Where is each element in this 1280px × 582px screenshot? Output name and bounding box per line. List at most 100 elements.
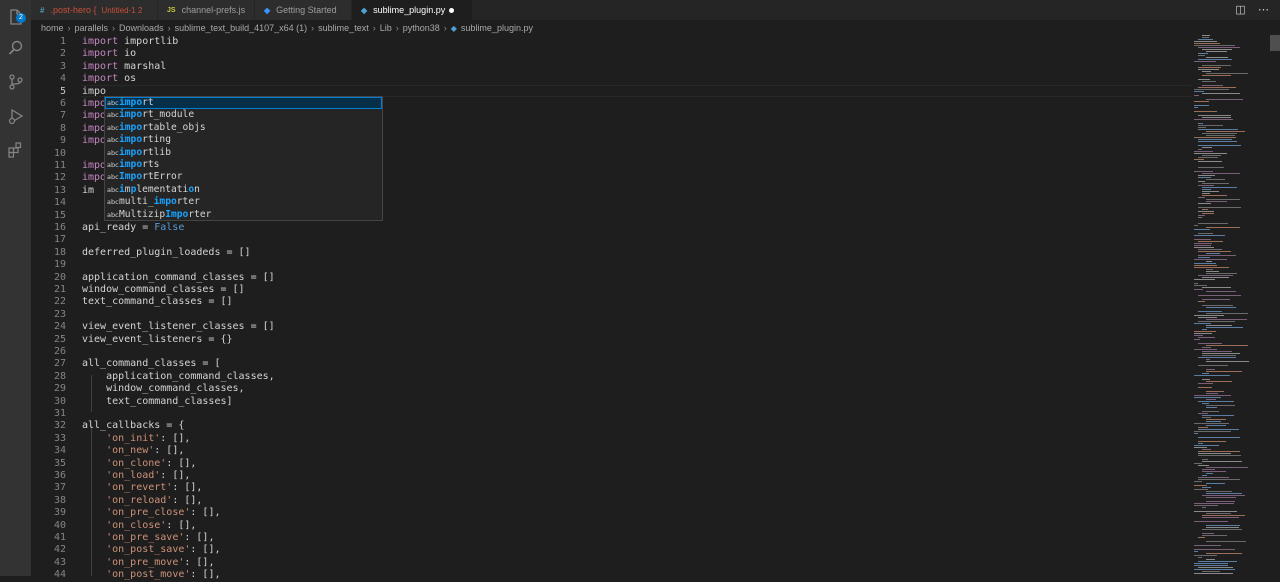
code-line[interactable]: 34 'on_new': [], — [31, 445, 1191, 457]
code-token: application_command_classes = [] — [82, 271, 275, 283]
split-editor-icon[interactable]: ◫ — [1234, 3, 1247, 16]
breadcrumb-item[interactable]: sublime_text_build_4107_x64 (1) — [175, 23, 308, 33]
suggestion-text: rt_module — [142, 109, 195, 121]
minimap-line — [1198, 365, 1228, 366]
code-line[interactable]: 4 import os — [31, 73, 1191, 85]
minimap-line — [1202, 449, 1211, 450]
suggestion-item[interactable]: abc imports — [105, 159, 382, 171]
suggestion-item[interactable]: abc importable_objs — [105, 122, 382, 134]
minimap-line — [1198, 139, 1232, 140]
minimap-line — [1194, 235, 1225, 236]
minimap-line — [1194, 447, 1207, 448]
suggestion-item[interactable]: abc importlib — [105, 147, 382, 159]
code-token: 'on_clone' — [106, 457, 167, 469]
breadcrumb-item[interactable]: Lib — [380, 23, 392, 33]
code-line[interactable]: 41 'on_pre_save': [], — [31, 532, 1191, 544]
suggestion-item[interactable]: abc import_module — [105, 109, 382, 121]
code-line[interactable]: 37 'on_revert': [], — [31, 482, 1191, 494]
suggestion-item[interactable]: abc importing — [105, 134, 382, 146]
code-line[interactable]: 2 import io — [31, 48, 1191, 60]
tab-channel-prefs[interactable]: JS channel-prefs.js — [158, 0, 254, 20]
tab-getting-started[interactable]: ◆ Getting Started — [255, 0, 351, 20]
code-line[interactable]: 22 text_command_classes = [] — [31, 296, 1191, 308]
breadcrumb-item[interactable]: python38 — [403, 23, 440, 33]
code-token: : [], — [166, 519, 197, 531]
more-actions-icon[interactable]: ⋯ — [1257, 3, 1270, 16]
code-text: 'on_pre_move': [], — [82, 557, 214, 569]
source-control-icon[interactable] — [4, 70, 27, 93]
tab-untitled-1[interactable]: # .post-hero { Untitled-1 2 — [31, 0, 157, 20]
code-line[interactable]: 16 api_ready = False — [31, 222, 1191, 234]
minimap-line — [1198, 39, 1213, 40]
search-icon[interactable] — [4, 36, 27, 59]
code-line[interactable]: 28 application_command_classes, — [31, 371, 1191, 383]
code-line[interactable]: 38 'on_reload': [], — [31, 495, 1191, 507]
suggestion-item[interactable]: abc multi_importer — [105, 196, 382, 208]
suggestion-text: rtlib — [142, 146, 171, 158]
minimap-line — [1198, 383, 1213, 384]
breadcrumb-item[interactable]: home — [41, 23, 64, 33]
code-line[interactable]: 1 import importlib — [31, 36, 1191, 48]
code-line[interactable]: 17 — [31, 234, 1191, 246]
breadcrumb-item[interactable]: Downloads — [119, 23, 164, 33]
code-line[interactable]: 39 'on_pre_close': [], — [31, 507, 1191, 519]
line-number: 15 — [53, 209, 66, 221]
run-debug-icon[interactable] — [4, 104, 27, 127]
suggestion-item[interactable]: abc ImportError — [105, 171, 382, 183]
unsaved-dot-icon[interactable] — [449, 7, 455, 13]
code-line[interactable]: 43 'on_pre_move': [], — [31, 557, 1191, 569]
code-line[interactable]: 18 deferred_plugin_loadeds = [] — [31, 247, 1191, 259]
code-line[interactable]: 20 application_command_classes = [] — [31, 272, 1191, 284]
minimap-line — [1194, 481, 1202, 482]
extensions-icon[interactable] — [4, 138, 27, 161]
minimap-line — [1194, 349, 1217, 350]
minimap-line — [1194, 485, 1207, 486]
code-line[interactable]: 27 all_command_classes = [ — [31, 358, 1191, 370]
code-line[interactable]: 25 view_event_listeners = {} — [31, 334, 1191, 346]
python-file-icon: ◆ — [361, 5, 368, 15]
minimap-line — [1198, 79, 1210, 80]
code-line[interactable]: 19 — [31, 259, 1191, 271]
minimap-line — [1206, 421, 1221, 422]
suggestion-item[interactable]: abc MultizipImporter — [105, 209, 382, 221]
code-line[interactable]: 31 — [31, 408, 1191, 420]
text-kind-icon: abc — [107, 161, 119, 169]
tab-sublime-plugin[interactable]: ◆ sublime_plugin.py — [352, 0, 472, 20]
code-line[interactable]: 3 import marshal — [31, 61, 1191, 73]
code-line[interactable]: 29 window_command_classes, — [31, 383, 1191, 395]
code-line[interactable]: 44 'on_post_move': [], — [31, 569, 1191, 581]
code-line[interactable]: 33 'on_init': [], — [31, 433, 1191, 445]
minimap-line — [1202, 133, 1237, 134]
minimap-line — [1194, 283, 1198, 284]
code-line[interactable]: 40 'on_close': [], — [31, 520, 1191, 532]
breadcrumb: home › parallels › Downloads › sublime_text… — [41, 21, 533, 35]
code-line[interactable]: 26 — [31, 346, 1191, 358]
code-token: impo — [82, 172, 107, 184]
minimap-line — [1206, 345, 1248, 346]
code-line[interactable]: 23 — [31, 309, 1191, 321]
code-line[interactable]: 24 view_event_listener_classes = [] — [31, 321, 1191, 333]
code-line[interactable]: 35 'on_clone': [], — [31, 458, 1191, 470]
breadcrumb-item[interactable]: sublime_plugin.py — [461, 23, 533, 33]
minimap-line — [1206, 405, 1235, 406]
tab-label: .post-hero { — [50, 5, 97, 15]
code-line[interactable]: 32 all_callbacks = { — [31, 420, 1191, 432]
code-text: 'on_load': [], — [82, 470, 190, 482]
minimap-line — [1198, 203, 1211, 204]
breadcrumb-item[interactable]: parallels — [75, 23, 109, 33]
suggestion-item[interactable]: abc import — [105, 97, 382, 110]
minimap-line — [1198, 557, 1202, 558]
code-line[interactable]: 42 'on_post_save': [], — [31, 544, 1191, 556]
code-line[interactable]: 30 text_command_classes] — [31, 396, 1191, 408]
code-line[interactable]: 36 'on_load': [], — [31, 470, 1191, 482]
breadcrumb-item[interactable]: sublime_text — [318, 23, 369, 33]
minimap-line — [1206, 371, 1242, 372]
scrollbar-thumb[interactable] — [1270, 35, 1280, 51]
minimap[interactable] — [1194, 35, 1270, 576]
suggestion-item[interactable]: abc implementation — [105, 184, 382, 196]
minimap-line — [1206, 57, 1228, 58]
code-text: text_command_classes = [] — [82, 296, 233, 308]
minimap-line — [1202, 189, 1211, 190]
minimap-line — [1202, 411, 1219, 412]
code-line[interactable]: 21 window_command_classes = [] — [31, 284, 1191, 296]
